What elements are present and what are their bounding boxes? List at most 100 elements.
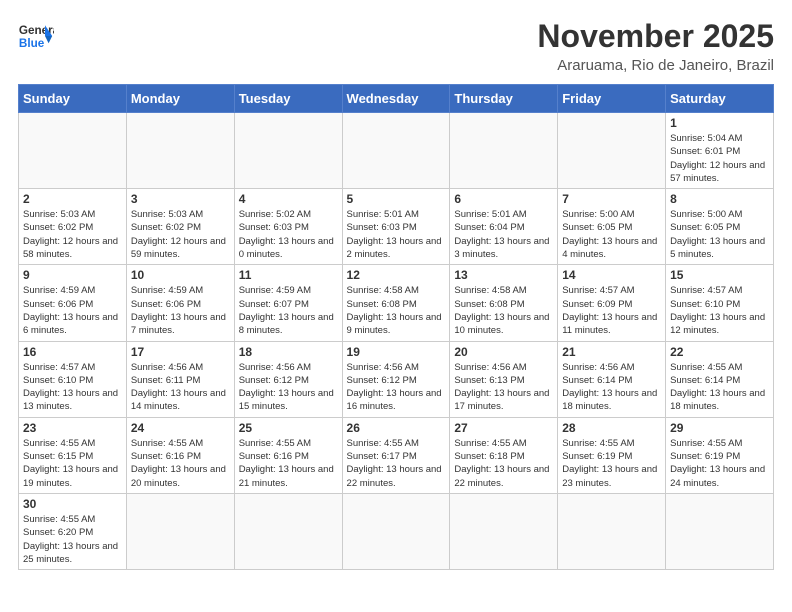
weekday-header-thursday: Thursday	[450, 85, 558, 113]
calendar-cell-5-5	[558, 493, 666, 569]
calendar-cell-1-5: 7 Sunrise: 5:00 AM Sunset: 6:05 PM Daylig…	[558, 189, 666, 265]
calendar-cell-1-2: 4Sunrise: 5:02 AM Sunset: 6:03 PM Daylig…	[234, 189, 342, 265]
day-number: 14	[562, 268, 661, 282]
day-info: Sunrise: 4:57 AM Sunset: 6:10 PM Dayligh…	[670, 284, 769, 337]
calendar-cell-3-3: 19 Sunrise: 4:56 AM Sunset: 6:12 PM Dayli…	[342, 341, 450, 417]
calendar-cell-4-4: 27Sunrise: 4:55 AM Sunset: 6:18 PM Dayli…	[450, 417, 558, 493]
day-number: 25	[239, 421, 338, 435]
day-info: Sunrise: 4:56 AM Sunset: 6:14 PM Dayligh…	[562, 361, 661, 414]
day-info: Sunrise: 4:58 AM Sunset: 6:08 PM Dayligh…	[454, 284, 553, 337]
day-number: 20	[454, 345, 553, 359]
title-area: November 2025 Araruama, Rio de Janeiro, …	[537, 18, 774, 74]
day-info: Sunrise: 4:55 AM Sunset: 6:14 PM Dayligh…	[670, 361, 769, 414]
weekday-header-saturday: Saturday	[666, 85, 774, 113]
calendar-cell-4-3: 26 Sunrise: 4:55 AM Sunset: 6:17 PM Dayli…	[342, 417, 450, 493]
day-info: Sunrise: 4:56 AM Sunset: 6:12 PM Dayligh…	[347, 361, 446, 414]
day-number: 19	[347, 345, 446, 359]
calendar-cell-4-6: 29Sunrise: 4:55 AM Sunset: 6:19 PM Dayli…	[666, 417, 774, 493]
day-number: 5	[347, 192, 446, 206]
calendar-cell-4-2: 25 Sunrise: 4:55 AM Sunset: 6:16 PM Dayli…	[234, 417, 342, 493]
day-info: Sunrise: 4:59 AM Sunset: 6:07 PM Dayligh…	[239, 284, 338, 337]
weekday-header-sunday: Sunday	[19, 85, 127, 113]
calendar-cell-0-2	[234, 113, 342, 189]
weekday-header-monday: Monday	[126, 85, 234, 113]
calendar-cell-2-6: 15 Sunrise: 4:57 AM Sunset: 6:10 PM Dayli…	[666, 265, 774, 341]
calendar-cell-2-1: 10 Sunrise: 4:59 AM Sunset: 6:06 PM Dayli…	[126, 265, 234, 341]
calendar-cell-3-1: 17 Sunrise: 4:56 AM Sunset: 6:11 PM Dayli…	[126, 341, 234, 417]
day-number: 7	[562, 192, 661, 206]
day-number: 22	[670, 345, 769, 359]
calendar-cell-2-2: 11 Sunrise: 4:59 AM Sunset: 6:07 PM Dayli…	[234, 265, 342, 341]
day-info: Sunrise: 4:55 AM Sunset: 6:16 PM Dayligh…	[131, 437, 230, 490]
day-info: Sunrise: 4:56 AM Sunset: 6:13 PM Dayligh…	[454, 361, 553, 414]
calendar-cell-1-6: 8Sunrise: 5:00 AM Sunset: 6:05 PM Daylig…	[666, 189, 774, 265]
day-info: Sunrise: 4:57 AM Sunset: 6:09 PM Dayligh…	[562, 284, 661, 337]
day-number: 10	[131, 268, 230, 282]
day-number: 6	[454, 192, 553, 206]
day-info: Sunrise: 4:55 AM Sunset: 6:15 PM Dayligh…	[23, 437, 122, 490]
day-info: Sunrise: 4:57 AM Sunset: 6:10 PM Dayligh…	[23, 361, 122, 414]
calendar-week-3: 16 Sunrise: 4:57 AM Sunset: 6:10 PM Dayli…	[19, 341, 774, 417]
day-info: Sunrise: 5:03 AM Sunset: 6:02 PM Dayligh…	[23, 208, 122, 261]
day-number: 15	[670, 268, 769, 282]
calendar-cell-2-0: 9Sunrise: 4:59 AM Sunset: 6:06 PM Daylig…	[19, 265, 127, 341]
day-info: Sunrise: 4:58 AM Sunset: 6:08 PM Dayligh…	[347, 284, 446, 337]
calendar-week-0: 1 Sunrise: 5:04 AM Sunset: 6:01 PM Daylig…	[19, 113, 774, 189]
calendar-cell-1-1: 3Sunrise: 5:03 AM Sunset: 6:02 PM Daylig…	[126, 189, 234, 265]
day-info: Sunrise: 5:00 AM Sunset: 6:05 PM Dayligh…	[562, 208, 661, 261]
day-info: Sunrise: 4:55 AM Sunset: 6:16 PM Dayligh…	[239, 437, 338, 490]
calendar-cell-3-2: 18 Sunrise: 4:56 AM Sunset: 6:12 PM Dayli…	[234, 341, 342, 417]
calendar-cell-5-4	[450, 493, 558, 569]
day-number: 28	[562, 421, 661, 435]
day-number: 24	[131, 421, 230, 435]
day-number: 18	[239, 345, 338, 359]
day-info: Sunrise: 5:04 AM Sunset: 6:01 PM Dayligh…	[670, 132, 769, 185]
weekday-header-friday: Friday	[558, 85, 666, 113]
month-title: November 2025	[537, 18, 774, 55]
day-number: 27	[454, 421, 553, 435]
calendar-cell-4-0: 23Sunrise: 4:55 AM Sunset: 6:15 PM Dayli…	[19, 417, 127, 493]
calendar-week-1: 2 Sunrise: 5:03 AM Sunset: 6:02 PM Daylig…	[19, 189, 774, 265]
weekday-header-wednesday: Wednesday	[342, 85, 450, 113]
day-info: Sunrise: 4:59 AM Sunset: 6:06 PM Dayligh…	[131, 284, 230, 337]
day-info: Sunrise: 5:01 AM Sunset: 6:03 PM Dayligh…	[347, 208, 446, 261]
calendar-cell-0-6: 1 Sunrise: 5:04 AM Sunset: 6:01 PM Daylig…	[666, 113, 774, 189]
calendar-cell-4-1: 24 Sunrise: 4:55 AM Sunset: 6:16 PM Dayli…	[126, 417, 234, 493]
calendar-cell-2-4: 13 Sunrise: 4:58 AM Sunset: 6:08 PM Dayli…	[450, 265, 558, 341]
calendar-cell-1-0: 2 Sunrise: 5:03 AM Sunset: 6:02 PM Daylig…	[19, 189, 127, 265]
calendar-cell-1-3: 5 Sunrise: 5:01 AM Sunset: 6:03 PM Daylig…	[342, 189, 450, 265]
day-number: 30	[23, 497, 122, 511]
day-info: Sunrise: 4:55 AM Sunset: 6:19 PM Dayligh…	[562, 437, 661, 490]
day-number: 8	[670, 192, 769, 206]
day-number: 26	[347, 421, 446, 435]
day-number: 17	[131, 345, 230, 359]
day-number: 1	[670, 116, 769, 130]
calendar-cell-5-3	[342, 493, 450, 569]
calendar-cell-5-1	[126, 493, 234, 569]
calendar-cell-1-4: 6 Sunrise: 5:01 AM Sunset: 6:04 PM Daylig…	[450, 189, 558, 265]
day-info: Sunrise: 5:03 AM Sunset: 6:02 PM Dayligh…	[131, 208, 230, 261]
calendar-cell-4-5: 28 Sunrise: 4:55 AM Sunset: 6:19 PM Dayli…	[558, 417, 666, 493]
calendar-week-4: 23Sunrise: 4:55 AM Sunset: 6:15 PM Dayli…	[19, 417, 774, 493]
day-info: Sunrise: 4:56 AM Sunset: 6:11 PM Dayligh…	[131, 361, 230, 414]
day-info: Sunrise: 4:56 AM Sunset: 6:12 PM Dayligh…	[239, 361, 338, 414]
calendar-cell-0-5	[558, 113, 666, 189]
calendar-cell-0-1	[126, 113, 234, 189]
day-number: 16	[23, 345, 122, 359]
calendar-cell-0-0	[19, 113, 127, 189]
day-info: Sunrise: 4:59 AM Sunset: 6:06 PM Dayligh…	[23, 284, 122, 337]
day-number: 11	[239, 268, 338, 282]
day-info: Sunrise: 4:55 AM Sunset: 6:17 PM Dayligh…	[347, 437, 446, 490]
calendar-cell-0-3	[342, 113, 450, 189]
day-number: 21	[562, 345, 661, 359]
calendar-week-2: 9Sunrise: 4:59 AM Sunset: 6:06 PM Daylig…	[19, 265, 774, 341]
day-number: 13	[454, 268, 553, 282]
calendar-cell-2-3: 12Sunrise: 4:58 AM Sunset: 6:08 PM Dayli…	[342, 265, 450, 341]
day-number: 2	[23, 192, 122, 206]
weekday-header-row: SundayMondayTuesdayWednesdayThursdayFrid…	[19, 85, 774, 113]
calendar-cell-3-6: 22 Sunrise: 4:55 AM Sunset: 6:14 PM Dayli…	[666, 341, 774, 417]
day-info: Sunrise: 5:01 AM Sunset: 6:04 PM Dayligh…	[454, 208, 553, 261]
calendar-cell-5-6	[666, 493, 774, 569]
day-info: Sunrise: 5:02 AM Sunset: 6:03 PM Dayligh…	[239, 208, 338, 261]
day-number: 29	[670, 421, 769, 435]
